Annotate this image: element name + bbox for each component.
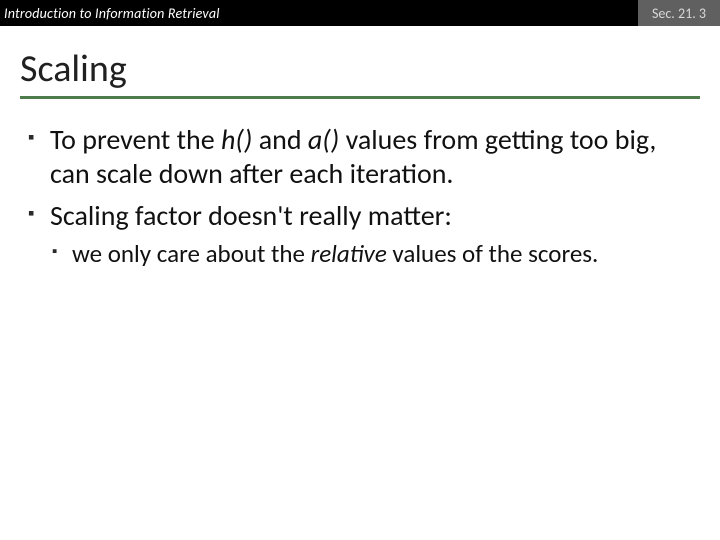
bullet-item-2: Scaling factor doesn't really matter: we… [26, 199, 694, 270]
italic-a: a() [308, 122, 339, 157]
italic-h: h() [221, 122, 252, 157]
bullet-list: To prevent the h() and a() values from g… [26, 123, 694, 270]
page-title: Scaling [20, 46, 700, 92]
text-fragment: and [252, 122, 308, 157]
sub-bullet-item-1: we only care about the relative values o… [50, 239, 694, 270]
header-subject: Introduction to Information Retrieval [0, 5, 220, 22]
text-fragment: values of the scores. [387, 238, 599, 269]
italic-relative: relative [311, 238, 387, 269]
bullet-item-1: To prevent the h() and a() values from g… [26, 123, 694, 191]
header-bar: Introduction to Information Retrieval Se… [0, 0, 720, 26]
title-underline [20, 96, 700, 99]
title-block: Scaling [0, 26, 720, 105]
sub-bullet-list: we only care about the relative values o… [50, 239, 694, 270]
text-fragment: To prevent the [50, 122, 221, 157]
text-fragment: we only care about the [72, 238, 311, 269]
text-fragment: Scaling factor doesn't really matter: [50, 198, 452, 233]
body-content: To prevent the h() and a() values from g… [0, 105, 720, 270]
header-section: Sec. 21. 3 [638, 0, 720, 26]
